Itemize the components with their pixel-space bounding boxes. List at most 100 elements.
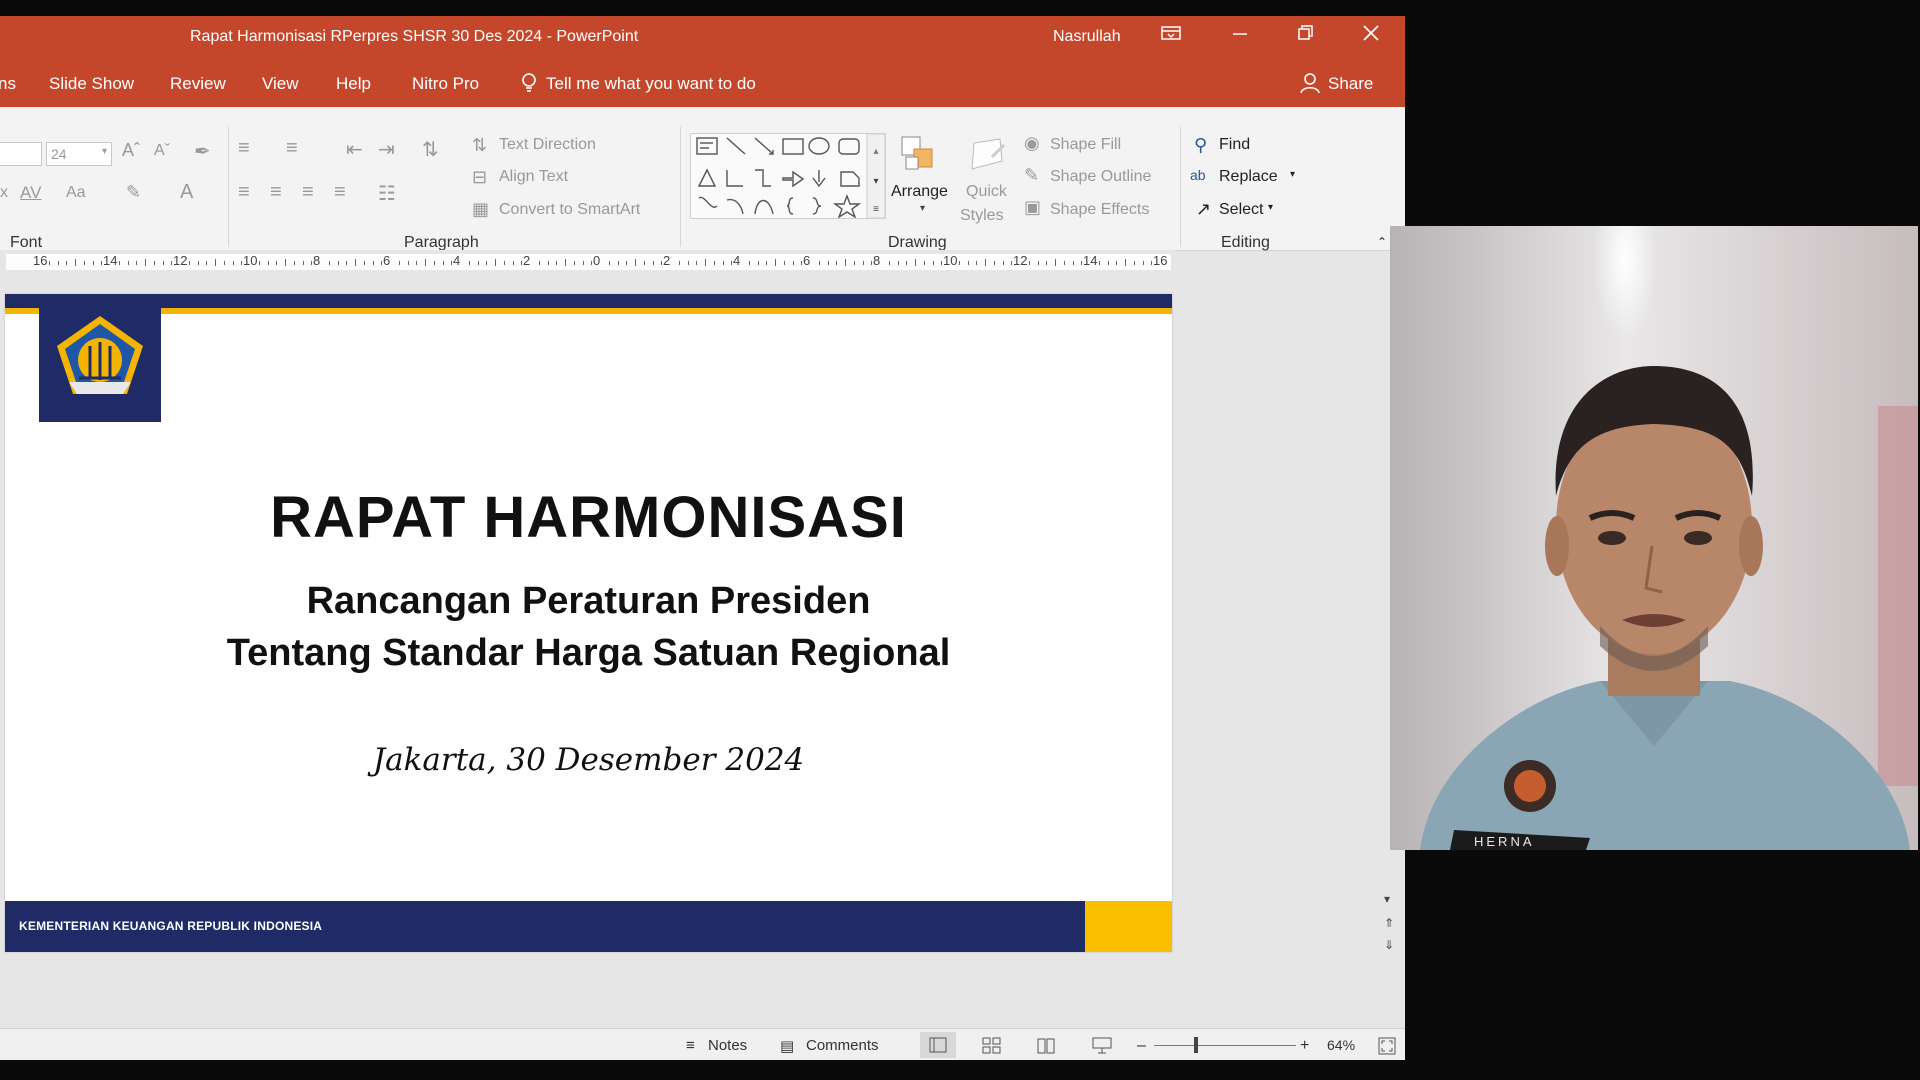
user-name[interactable]: Nasrullah (1053, 28, 1121, 46)
comments-button[interactable]: Comments (806, 1037, 879, 1054)
next-slide-icon[interactable]: ⇓ (1384, 938, 1394, 952)
tab-partial[interactable]: ns (0, 74, 16, 94)
change-case-icon[interactable]: Aa (66, 184, 86, 202)
cursor-icon[interactable]: ↗ (1196, 199, 1211, 220)
arrange-button[interactable]: Arrange (891, 183, 948, 201)
shape-effects-icon[interactable]: ▣ (1024, 197, 1041, 218)
zoom-level[interactable]: 64% (1327, 1037, 1355, 1053)
quick-styles-icon[interactable] (966, 135, 1008, 180)
align-left-icon[interactable]: ≡ (238, 181, 250, 204)
find-icon[interactable]: ⚲ (1194, 135, 1207, 156)
font-size-box[interactable]: 24 ▾ (46, 142, 112, 166)
text-direction-icon[interactable]: ⇅ (472, 135, 487, 156)
strikethrough-icon[interactable]: x (0, 184, 8, 202)
lightbulb-icon[interactable] (520, 72, 538, 99)
minimize-icon[interactable] (1232, 24, 1248, 47)
zoom-in-button[interactable]: + (1300, 1037, 1309, 1055)
slide-sorter-icon[interactable] (982, 1037, 1002, 1059)
chevron-down-icon: ▾ (1290, 169, 1296, 180)
scroll-down-icon[interactable]: ▾ (1384, 892, 1390, 906)
separator (1180, 127, 1181, 247)
align-center-icon[interactable]: ≡ (270, 181, 282, 204)
notes-icon[interactable]: ≡ (686, 1037, 695, 1054)
highlight-icon[interactable]: ✎ (126, 182, 141, 203)
tab-help[interactable]: Help (336, 74, 371, 94)
previous-slide-icon[interactable]: ⇑ (1384, 916, 1394, 930)
slideshow-icon[interactable] (1092, 1037, 1112, 1059)
reading-view-icon[interactable] (1036, 1037, 1056, 1059)
ruler-tick (748, 261, 750, 265)
numbering-icon[interactable]: ≡ (286, 137, 298, 160)
title-bar: Rapat Harmonisasi RPerpres SHSR 30 Des 2… (0, 16, 1405, 58)
font-name-box[interactable] (0, 142, 42, 166)
horizontal-ruler: 16 14 12 10 8 6 4 2 0 2 4 6 8 10 12 14 16 (0, 250, 1175, 274)
tab-view[interactable]: View (262, 74, 299, 94)
smartart-icon[interactable]: ▦ (472, 199, 489, 220)
zoom-slider-thumb[interactable] (1194, 1037, 1198, 1053)
collapse-ribbon-icon[interactable]: ⌃ (1377, 235, 1387, 249)
shape-outline-button[interactable]: Shape Outline (1050, 168, 1151, 186)
ruler-tick (1125, 259, 1126, 266)
ruler-tick (425, 259, 426, 266)
shape-fill-button[interactable]: Shape Fill (1050, 136, 1121, 154)
ruler-tick (398, 261, 400, 265)
columns-icon[interactable]: ☷ (378, 181, 396, 206)
ruler-tick (538, 261, 540, 265)
quick-styles-button-line1[interactable]: Quick (966, 183, 1007, 201)
comments-icon[interactable]: ▤ (780, 1037, 794, 1055)
ruler-tick (818, 261, 820, 265)
align-text-icon[interactable]: ⊟ (472, 167, 487, 188)
restore-icon[interactable] (1297, 24, 1315, 47)
bullets-icon[interactable]: ≡ (238, 137, 250, 160)
find-button[interactable]: Find (1219, 136, 1250, 154)
separator (228, 127, 229, 247)
fit-to-window-icon[interactable] (1378, 1037, 1396, 1059)
tab-slide-show[interactable]: Slide Show (49, 74, 134, 94)
slide[interactable]: RAPAT HARMONISASI Rancangan Peraturan Pr… (5, 294, 1172, 952)
justify-icon[interactable]: ≡ (334, 181, 346, 204)
align-text-button[interactable]: Align Text (499, 168, 568, 186)
replace-icon[interactable]: ab (1190, 167, 1206, 183)
zoom-out-button[interactable]: – (1137, 1037, 1146, 1055)
ruler-tick (206, 261, 208, 265)
arrange-icon[interactable] (900, 135, 940, 180)
decrease-indent-icon[interactable]: ⇤ (346, 137, 363, 162)
ruler-tick (958, 261, 960, 265)
tell-me-search[interactable]: Tell me what you want to do (546, 74, 756, 94)
ruler-tick (713, 261, 715, 265)
increase-indent-icon[interactable]: ⇥ (378, 137, 395, 162)
ribbon-display-options-icon[interactable] (1160, 24, 1182, 47)
align-right-icon[interactable]: ≡ (302, 181, 314, 204)
replace-button[interactable]: Replace (1219, 168, 1278, 186)
zoom-slider-track[interactable] (1154, 1045, 1296, 1046)
line-spacing-icon[interactable]: ⇅ (422, 137, 439, 162)
close-icon[interactable] (1362, 24, 1380, 47)
ruler-tick (1046, 261, 1048, 265)
notes-button[interactable]: Notes (708, 1037, 747, 1054)
ruler-tick (923, 261, 925, 265)
pencil-icon[interactable]: ✎ (1024, 165, 1039, 186)
grow-font-icon[interactable]: Aˆ (122, 140, 140, 161)
convert-smartart-button[interactable]: Convert to SmartArt (499, 201, 640, 219)
ruler-tick (608, 261, 610, 265)
font-color-icon[interactable]: A (180, 181, 193, 204)
paint-bucket-icon[interactable]: ◉ (1024, 133, 1040, 154)
share-button[interactable]: Share (1328, 74, 1373, 94)
ruler-tick (153, 261, 155, 265)
quick-styles-button-line2[interactable]: Styles (960, 207, 1004, 225)
tab-review[interactable]: Review (170, 74, 226, 94)
ruler-tick (617, 261, 619, 265)
ruler-tick (696, 261, 698, 265)
normal-view-button[interactable] (920, 1032, 956, 1058)
text-direction-button[interactable]: Text Direction (499, 136, 596, 154)
select-button[interactable]: Select (1219, 201, 1263, 219)
tab-nitro-pro[interactable]: Nitro Pro (412, 74, 479, 94)
shrink-font-icon[interactable]: Aˇ (154, 142, 170, 160)
character-spacing-icon[interactable]: AV (20, 183, 41, 203)
ruler-tick (48, 261, 50, 265)
ruler-tick (915, 259, 916, 266)
shape-effects-button[interactable]: Shape Effects (1050, 201, 1149, 219)
share-person-icon[interactable] (1300, 72, 1320, 99)
clear-formatting-icon[interactable]: ✒ (194, 139, 211, 164)
shapes-gallery[interactable]: ▴ ▾ ≡ (690, 133, 886, 219)
